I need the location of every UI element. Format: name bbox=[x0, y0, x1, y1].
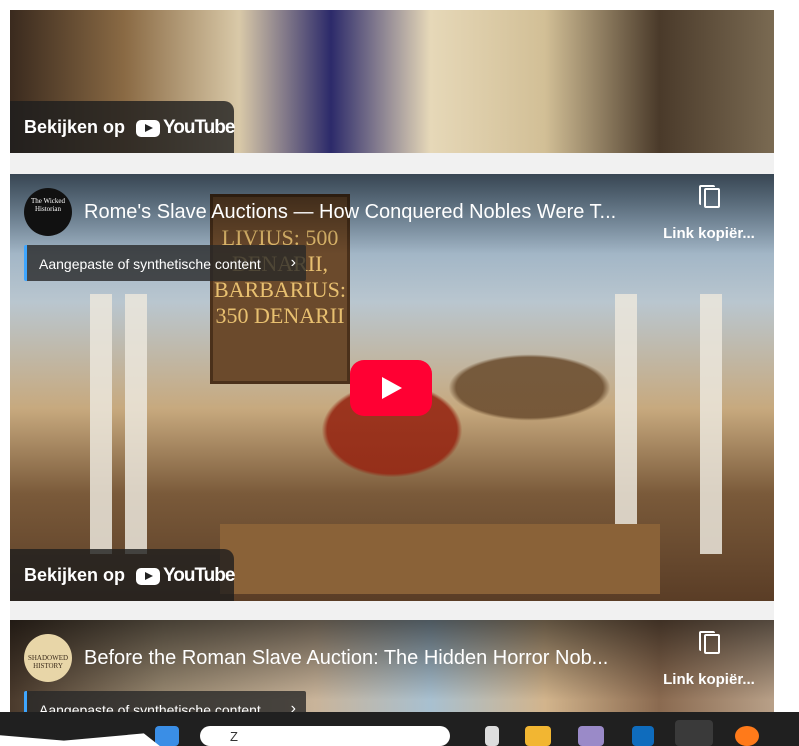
outlook-icon[interactable] bbox=[632, 726, 654, 746]
watch-on-youtube-button[interactable]: Bekijken op YouTube bbox=[10, 549, 235, 601]
task-view-icon[interactable] bbox=[485, 726, 499, 746]
copy-icon bbox=[699, 631, 720, 654]
video-title[interactable]: Rome's Slave Auctions — How Conquered No… bbox=[84, 201, 616, 224]
column bbox=[90, 294, 112, 554]
youtube-label: YouTube bbox=[163, 117, 235, 138]
youtube-label: YouTube bbox=[163, 565, 235, 586]
taskbar-search-input[interactable]: Z bbox=[200, 726, 450, 746]
chevron-right-icon: › bbox=[290, 700, 296, 712]
search-placeholder: Z bbox=[230, 729, 238, 744]
watch-on-youtube-button[interactable]: Bekijken op YouTube bbox=[10, 101, 235, 153]
firefox-icon[interactable] bbox=[735, 726, 759, 746]
synthetic-text: Aangepaste of synthetische content bbox=[39, 256, 261, 272]
column bbox=[700, 294, 722, 554]
column bbox=[125, 294, 147, 554]
play-button[interactable] bbox=[350, 360, 432, 416]
video-embed-3[interactable]: SHADOWED HISTORY Before the Roman Slave … bbox=[10, 620, 774, 712]
copy-link-label: Link kopiër... bbox=[663, 225, 755, 242]
copy-link-button[interactable]: Link kopiër... bbox=[654, 631, 764, 688]
video-title[interactable]: Before the Roman Slave Auction: The Hidd… bbox=[84, 647, 608, 670]
auction-stage bbox=[220, 524, 660, 594]
watch-label: Bekijken op bbox=[24, 565, 126, 585]
synthetic-text: Aangepaste of synthetische content bbox=[39, 702, 261, 712]
page: Bekijken op YouTube LIVIUS: 500 DENARII,… bbox=[10, 10, 774, 712]
chevron-right-icon: › bbox=[290, 254, 296, 271]
youtube-logo-icon bbox=[136, 119, 160, 137]
channel-avatar[interactable]: SHADOWED HISTORY bbox=[24, 634, 72, 682]
edge-icon[interactable] bbox=[675, 720, 713, 746]
copy-link-label: Link kopiër... bbox=[663, 671, 755, 688]
video-embed-2[interactable]: LIVIUS: 500 DENARII, BARBARIUS: 350 DENA… bbox=[10, 174, 774, 601]
youtube-logo-icon bbox=[136, 567, 160, 585]
column bbox=[615, 294, 637, 554]
copy-icon bbox=[699, 185, 720, 208]
synthetic-content-label[interactable]: Aangepaste of synthetische content › bbox=[24, 245, 306, 281]
windows-start-icon[interactable] bbox=[155, 726, 179, 746]
camera-icon[interactable] bbox=[578, 726, 604, 746]
copy-link-button[interactable]: Link kopiër... bbox=[654, 185, 764, 242]
synthetic-content-label[interactable]: Aangepaste of synthetische content › bbox=[24, 691, 306, 712]
watch-label: Bekijken op bbox=[24, 117, 126, 137]
channel-avatar[interactable]: The Wicked Historian bbox=[24, 188, 72, 236]
video-embed-1[interactable]: Bekijken op YouTube bbox=[10, 10, 774, 153]
file-explorer-icon[interactable] bbox=[525, 726, 551, 746]
